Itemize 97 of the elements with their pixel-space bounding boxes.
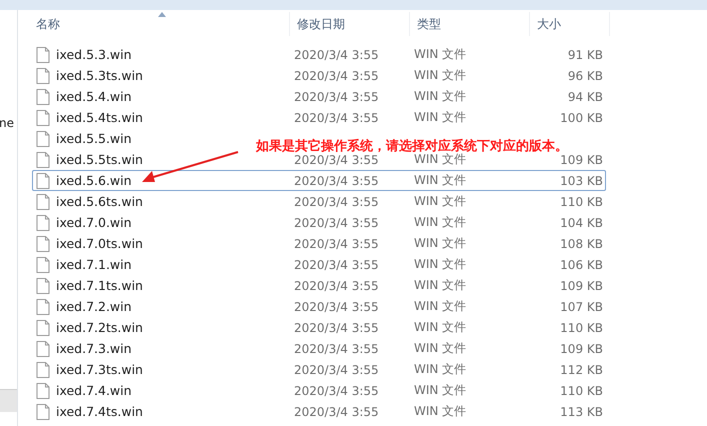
file-type: WIN 文件 [414, 361, 466, 378]
modified-date: 2020/3/4 3:55 [294, 216, 379, 230]
column-header[interactable]: 类型 [410, 12, 530, 36]
modified-date: 2020/3/4 3:55 [294, 152, 379, 166]
file-size: 113 KB [560, 404, 603, 418]
file-type: WIN 文件 [414, 67, 466, 84]
file-size: 109 KB [560, 152, 603, 166]
nav-scrollbar[interactable] [0, 389, 17, 412]
file-icon [36, 172, 50, 188]
column-header[interactable]: 名称 [18, 12, 290, 36]
file-icon [36, 362, 50, 378]
file-size: 103 KB [560, 174, 603, 188]
file-type: WIN 文件 [414, 193, 466, 210]
modified-date: 2020/3/4 3:55 [294, 194, 379, 208]
file-size: 107 KB [560, 300, 603, 314]
arrow-icon [140, 150, 240, 184]
file-type: WIN 文件 [414, 235, 466, 252]
file-type: WIN 文件 [414, 277, 466, 294]
file-icon [36, 194, 50, 210]
file-icon [36, 68, 50, 84]
file-name: ixed.5.6.win [56, 173, 132, 188]
file-name: ixed.7.0ts.win [56, 236, 143, 251]
file-name: ixed.5.4ts.win [56, 110, 143, 125]
modified-date: 2020/3/4 3:55 [294, 174, 379, 188]
file-type: WIN 文件 [414, 152, 466, 168]
file-name: ixed.5.3.win [56, 47, 132, 62]
column-header[interactable]: 修改日期 [290, 12, 410, 36]
file-icon [36, 382, 50, 398]
file-size: 91 KB [568, 48, 603, 62]
focused-file-row[interactable]: ixed.5.6.win 2020/3/4 3:55 WIN 文件 103 KB [32, 170, 606, 191]
file-type: WIN 文件 [414, 298, 466, 315]
modified-date: 2020/3/4 3:55 [294, 258, 379, 272]
modified-date: 2020/3/4 3:55 [294, 342, 379, 356]
file-name: ixed.5.5ts.win [56, 152, 143, 167]
file-type: WIN 文件 [414, 403, 466, 420]
file-type: WIN 文件 [414, 214, 466, 231]
file-type: WIN 文件 [414, 109, 466, 126]
file-type: WIN 文件 [414, 88, 466, 105]
modified-date: 2020/3/4 3:55 [294, 90, 379, 104]
file-icon [36, 214, 50, 230]
file-size: 96 KB [568, 68, 603, 82]
file-size: 100 KB [560, 110, 603, 124]
annotation-label: 如果是其它操作系统，请选择对应系统下对应的版本。 [256, 140, 568, 153]
modified-date: 2020/3/4 3:55 [294, 68, 379, 82]
file-size: 110 KB [560, 320, 603, 334]
file-icon [36, 298, 50, 314]
sort-arrow-icon [158, 12, 166, 17]
modified-date: 2020/3/4 3:55 [294, 320, 379, 334]
file-name: ixed.5.6ts.win [56, 194, 143, 209]
file-name: ixed.7.3.win [56, 341, 132, 356]
file-icon [36, 110, 50, 126]
file-name: ixed.7.4.win [56, 383, 132, 398]
file-size: 109 KB [560, 278, 603, 292]
file-icon [36, 152, 50, 168]
file-icon [36, 340, 50, 356]
file-name: ixed.7.2ts.win [56, 320, 143, 335]
file-icon [36, 278, 50, 294]
file-name: ixed.7.2.win [56, 299, 132, 314]
file-icon [36, 404, 50, 420]
file-name: ixed.7.3ts.win [56, 362, 143, 377]
file-name: ixed.5.3ts.win [56, 68, 143, 83]
modified-date: 2020/3/4 3:55 [294, 384, 379, 398]
file-name: ixed.7.0.win [56, 215, 132, 230]
column-header[interactable]: 大小 [530, 12, 610, 36]
file-icon [36, 88, 50, 104]
file-size: 106 KB [560, 258, 603, 272]
file-size: 104 KB [560, 216, 603, 230]
file-type: WIN 文件 [414, 319, 466, 336]
file-size: 112 KB [560, 362, 603, 376]
file-icon [36, 46, 50, 62]
modified-date: 2020/3/4 3:55 [294, 404, 379, 418]
modified-date: 2020/3/4 3:55 [294, 110, 379, 124]
file-name: ixed.7.1ts.win [56, 278, 143, 293]
file-icon [36, 130, 50, 146]
modified-date: 2020/3/4 3:55 [294, 48, 379, 62]
file-name: ixed.7.4ts.win [56, 404, 143, 419]
file-type: WIN 文件 [414, 172, 466, 189]
file-name: ixed.5.4.win [56, 89, 132, 104]
file-size: 109 KB [560, 342, 603, 356]
file-size: 110 KB [560, 384, 603, 398]
modified-date: 2020/3/4 3:55 [294, 278, 379, 292]
nav-item-text[interactable]: ne [0, 116, 17, 130]
file-size: 108 KB [560, 236, 603, 250]
file-name: ixed.7.1.win [56, 257, 132, 272]
file-icon [36, 320, 50, 336]
file-type: WIN 文件 [414, 256, 466, 273]
modified-date: 2020/3/4 3:55 [294, 300, 379, 314]
file-icon [36, 256, 50, 272]
file-name: ixed.5.5.win [56, 131, 132, 146]
file-type: WIN 文件 [414, 46, 466, 63]
file-size: 94 KB [568, 90, 603, 104]
modified-date: 2020/3/4 3:55 [294, 236, 379, 250]
modified-date: 2020/3/4 3:55 [294, 362, 379, 376]
file-type: WIN 文件 [414, 382, 466, 399]
file-icon [36, 236, 50, 252]
file-size: 110 KB [560, 194, 603, 208]
file-type: WIN 文件 [414, 340, 466, 357]
